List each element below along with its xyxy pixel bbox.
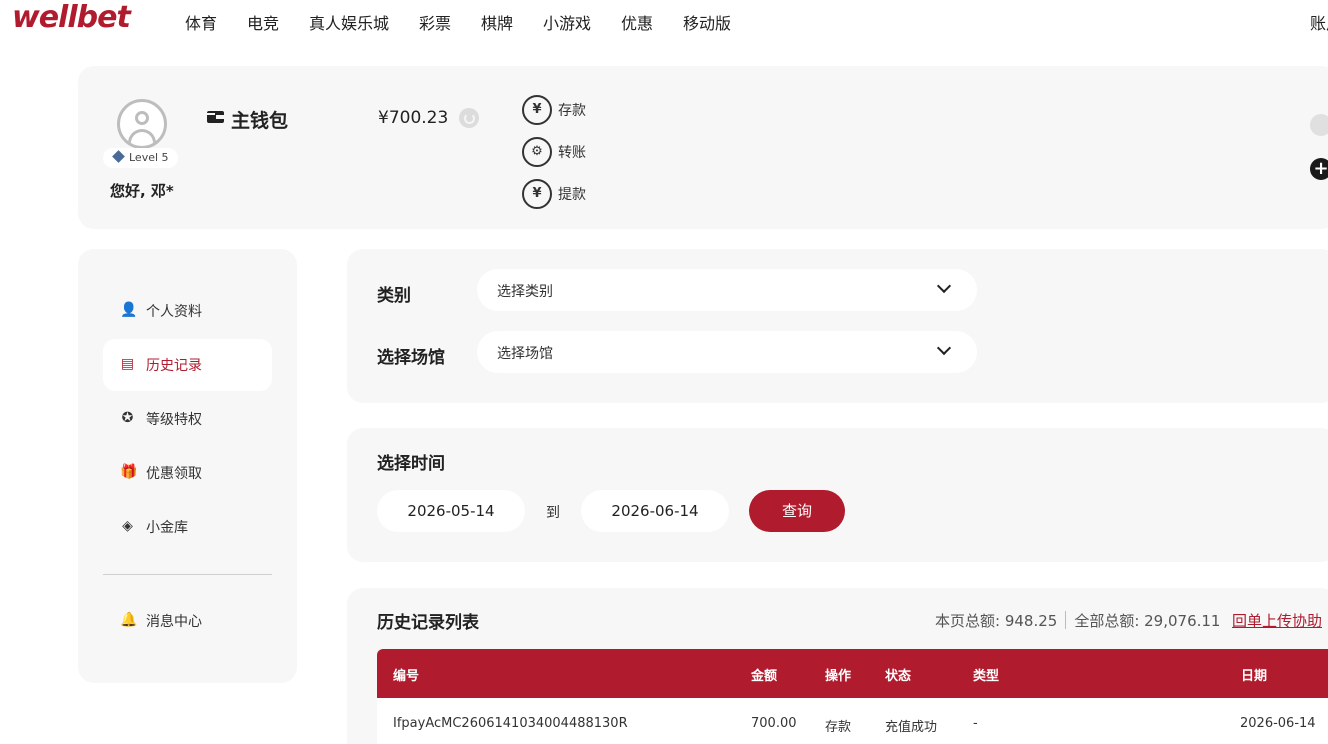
sidebar-item-history[interactable]: ▤ 历史记录 xyxy=(103,339,272,391)
venue-select-value: 选择场馆 xyxy=(497,346,553,362)
gift-icon: 🎁 xyxy=(120,464,138,480)
column-header-amount: 金额 xyxy=(751,669,778,684)
account-menu[interactable]: 账户 xyxy=(1310,10,1328,34)
wellbet-logo[interactable]: wellbet xyxy=(12,0,131,35)
user-icon: 👤 xyxy=(120,302,138,318)
nav-item-mobile[interactable]: 移动版 xyxy=(683,10,731,34)
category-select-value: 选择类别 xyxy=(497,284,553,300)
document-icon: ▤ xyxy=(120,356,135,372)
sidebar-item-label: 小金库 xyxy=(146,520,188,536)
time-title: 选择时间 xyxy=(377,454,445,474)
refresh-balance-icon[interactable] xyxy=(459,108,479,128)
level-badge: Level 5 xyxy=(103,148,178,168)
sidebar-item-label: 个人资料 xyxy=(146,304,202,320)
level-text: Level 5 xyxy=(129,151,169,164)
end-date-input[interactable]: 2026-06-14 xyxy=(581,490,729,532)
sidebar-item-messages[interactable]: 🔔 消息中心 xyxy=(103,595,272,647)
column-header-action: 操作 xyxy=(825,669,852,684)
greeting: 您好, 邓* xyxy=(110,182,174,200)
bell-icon: 🔔 xyxy=(120,612,138,628)
cell-action: 存款 xyxy=(825,720,852,735)
cell-type: - xyxy=(973,716,978,731)
sidebar-item-label: 优惠领取 xyxy=(146,466,202,482)
deposit-label: 存款 xyxy=(558,103,586,119)
chevron-down-icon xyxy=(936,340,952,356)
sidebar-item-vip[interactable]: ✪ 等级特权 xyxy=(103,393,272,445)
nav-item-esports[interactable]: 电竞 xyxy=(247,10,279,34)
wallet-card xyxy=(78,66,1328,229)
sidebar-item-label: 消息中心 xyxy=(146,614,202,630)
receipt-upload-link[interactable]: 回单上传协助 xyxy=(1232,610,1328,631)
category-label: 类别 xyxy=(377,286,411,306)
totals: 本页总额: 948.25 全部总额: 29,076.11 xyxy=(935,610,1220,631)
nav-item-sports[interactable]: 体育 xyxy=(185,10,217,34)
transfer-icon: ⚙ xyxy=(522,137,552,167)
nav-item-cards[interactable]: 棋牌 xyxy=(481,10,513,34)
query-button[interactable]: 查询 xyxy=(749,490,845,532)
page-total: 本页总额: 948.25 xyxy=(935,612,1058,630)
sidebar-item-vault[interactable]: ◈ 小金库 xyxy=(103,501,272,553)
sidebar-item-profile[interactable]: 👤 个人资料 xyxy=(103,285,272,337)
add-wallet-icon[interactable]: + xyxy=(1310,158,1328,180)
column-header-type: 类型 xyxy=(973,669,1000,684)
cell-id: IfpayAcMC260614103400448813​0R xyxy=(393,716,628,731)
column-header-id: 编号 xyxy=(393,669,420,684)
history-title: 历史记录列表 xyxy=(377,613,479,633)
sidebar-item-label: 历史记录 xyxy=(146,358,202,374)
withdraw-label: 提款 xyxy=(558,187,586,203)
withdraw-icon: ¥ xyxy=(522,179,552,209)
cell-date: 2026-06-14 xyxy=(1240,716,1316,731)
cell-status: 充值成功 xyxy=(885,720,938,735)
diamond-icon: ◈ xyxy=(122,518,133,534)
sidebar-item-label: 等级特权 xyxy=(146,412,202,428)
cell-amount: 700.00 xyxy=(751,716,797,731)
nav-item-promotions[interactable]: 优惠 xyxy=(621,10,653,34)
medal-icon: ✪ xyxy=(121,410,134,426)
category-select[interactable]: 选择类别 xyxy=(477,269,977,311)
nav-item-minigames[interactable]: 小游戏 xyxy=(543,10,591,34)
to-label: 到 xyxy=(546,505,560,521)
top-nav: wellbet 体育 电竞 真人娱乐城 彩票 棋牌 小游戏 优惠 移动版 账户 xyxy=(0,0,1328,40)
totals-divider xyxy=(1065,611,1067,629)
refresh-all-icon[interactable] xyxy=(1310,114,1328,136)
sidebar-item-bonus[interactable]: 🎁 优惠领取 xyxy=(103,447,272,499)
sidebar-divider xyxy=(103,574,272,575)
transfer-label: 转账 xyxy=(558,145,586,161)
all-total: 全部总额: 29,076.11 xyxy=(1074,612,1221,630)
wallet-icon xyxy=(207,111,226,123)
venue-select[interactable]: 选择场馆 xyxy=(477,331,977,373)
column-header-status: 状态 xyxy=(885,669,912,684)
nav-item-lottery[interactable]: 彩票 xyxy=(419,10,451,34)
column-header-date: 日期 xyxy=(1241,669,1268,684)
venue-label: 选择场馆 xyxy=(377,348,445,368)
wallet-title: 主钱包 xyxy=(231,110,289,132)
wallet-balance: ¥700.23 xyxy=(378,108,449,128)
level-gem-icon xyxy=(112,150,125,163)
avatar xyxy=(117,99,167,149)
nav-item-live-casino[interactable]: 真人娱乐城 xyxy=(309,10,389,34)
start-date-input[interactable]: 2026-05-14 xyxy=(377,490,525,532)
table-header xyxy=(377,649,1328,698)
chevron-down-icon xyxy=(936,278,952,294)
deposit-icon: ¥ xyxy=(522,95,552,125)
